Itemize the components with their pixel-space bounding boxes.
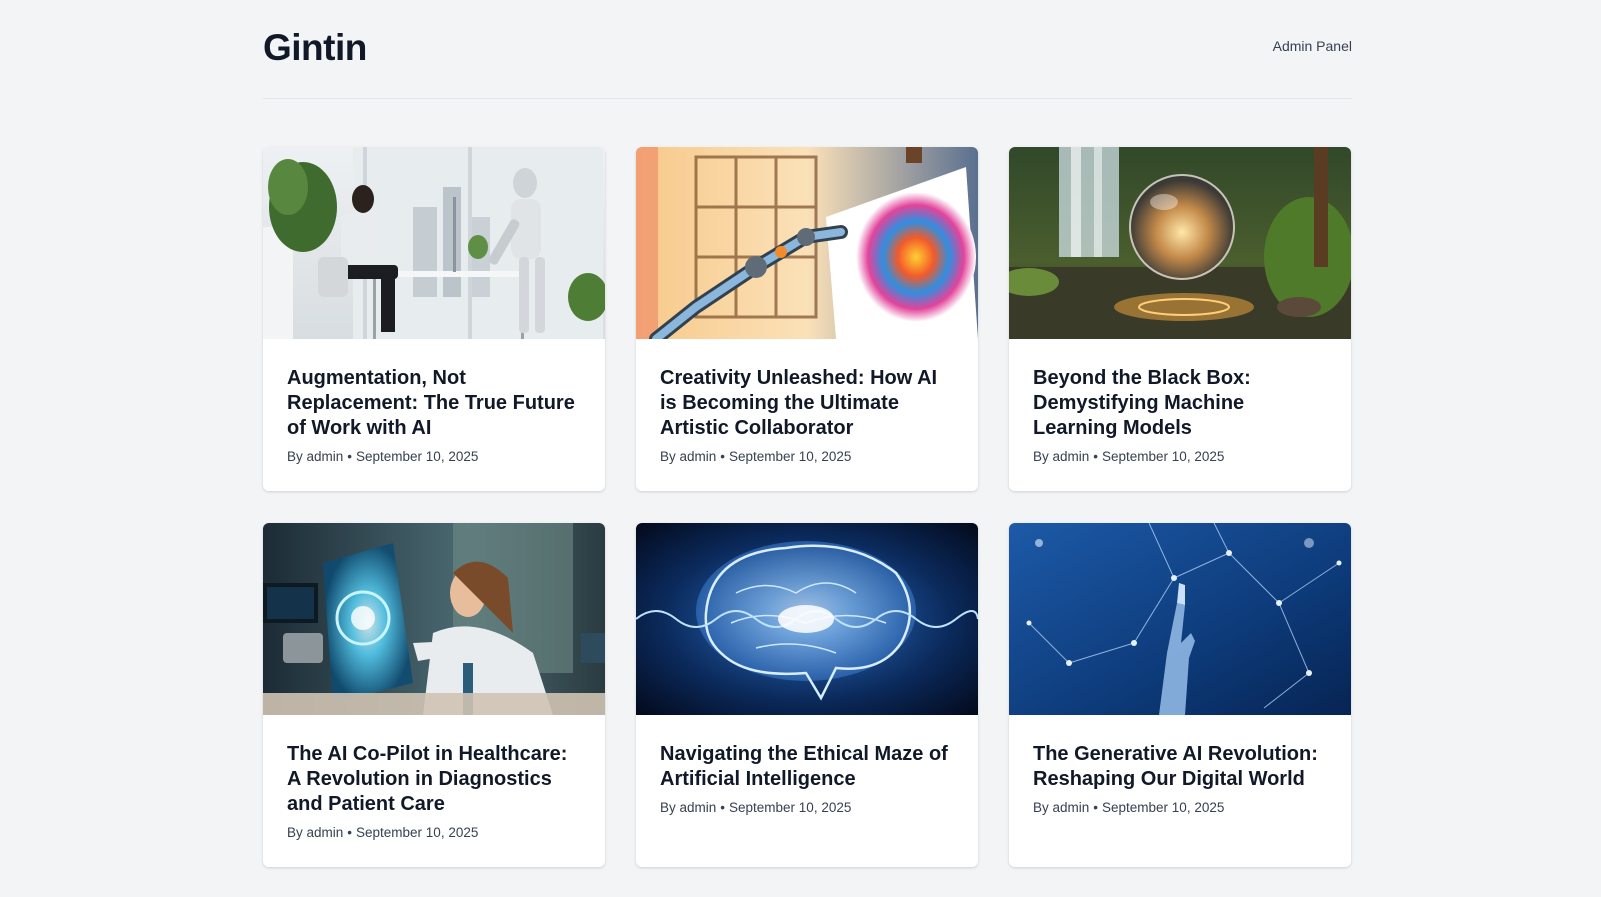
- post-date: September 10, 2025: [1102, 800, 1225, 815]
- doctor-with-holographic-display-image[interactable]: [263, 523, 605, 715]
- post-date: September 10, 2025: [1102, 449, 1225, 464]
- post-card[interactable]: Navigating the Ethical Maze of Artificia…: [636, 523, 978, 867]
- post-author: By admin: [1033, 800, 1090, 815]
- meta-separator: •: [347, 449, 353, 464]
- post-author: By admin: [1033, 449, 1090, 464]
- post-author: By admin: [660, 800, 717, 815]
- glass-sphere-by-waterfall-image[interactable]: [1009, 147, 1351, 339]
- posts-grid: Augmentation, Not Replacement: The True …: [263, 147, 1352, 867]
- post-meta: By admin • September 10, 2025: [660, 800, 954, 815]
- page-container: Gintin Admin Panel Augmentation, Not Rep…: [263, 0, 1352, 867]
- robot-arm-painting-canvas-image[interactable]: [636, 147, 978, 339]
- post-title[interactable]: Beyond the Black Box: Demystifying Machi…: [1033, 366, 1327, 441]
- post-author: By admin: [287, 825, 344, 840]
- post-meta: By admin • September 10, 2025: [1033, 800, 1327, 815]
- meta-separator: •: [1093, 800, 1099, 815]
- post-author: By admin: [660, 449, 717, 464]
- post-card[interactable]: Beyond the Black Box: Demystifying Machi…: [1009, 147, 1351, 491]
- post-title[interactable]: Augmentation, Not Replacement: The True …: [287, 366, 581, 441]
- post-card[interactable]: Creativity Unleashed: How AI is Becoming…: [636, 147, 978, 491]
- meta-separator: •: [347, 825, 353, 840]
- site-header: Gintin Admin Panel: [263, 0, 1352, 99]
- admin-panel-link[interactable]: Admin Panel: [1273, 38, 1352, 54]
- site-logo[interactable]: Gintin: [263, 27, 367, 69]
- post-title[interactable]: The AI Co-Pilot in Healthcare: A Revolut…: [287, 742, 581, 817]
- post-meta: By admin • September 10, 2025: [287, 449, 581, 464]
- post-title[interactable]: Creativity Unleashed: How AI is Becoming…: [660, 366, 954, 441]
- post-date: September 10, 2025: [356, 449, 479, 464]
- post-card[interactable]: The AI Co-Pilot in Healthcare: A Revolut…: [263, 523, 605, 867]
- woman-and-robot-at-desks-image[interactable]: [263, 147, 605, 339]
- post-date: September 10, 2025: [356, 825, 479, 840]
- meta-separator: •: [1093, 449, 1099, 464]
- post-meta: By admin • September 10, 2025: [287, 825, 581, 840]
- post-card[interactable]: The Generative AI Revolution: Reshaping …: [1009, 523, 1351, 867]
- post-title[interactable]: Navigating the Ethical Maze of Artificia…: [660, 742, 954, 792]
- post-meta: By admin • September 10, 2025: [1033, 449, 1327, 464]
- post-title[interactable]: The Generative AI Revolution: Reshaping …: [1033, 742, 1327, 792]
- meta-separator: •: [720, 449, 726, 464]
- post-date: September 10, 2025: [729, 800, 852, 815]
- post-author: By admin: [287, 449, 344, 464]
- post-date: September 10, 2025: [729, 449, 852, 464]
- meta-separator: •: [720, 800, 726, 815]
- glowing-digital-brain-image[interactable]: [636, 523, 978, 715]
- post-card[interactable]: Augmentation, Not Replacement: The True …: [263, 147, 605, 491]
- robot-hand-network-image[interactable]: [1009, 523, 1351, 715]
- post-meta: By admin • September 10, 2025: [660, 449, 954, 464]
